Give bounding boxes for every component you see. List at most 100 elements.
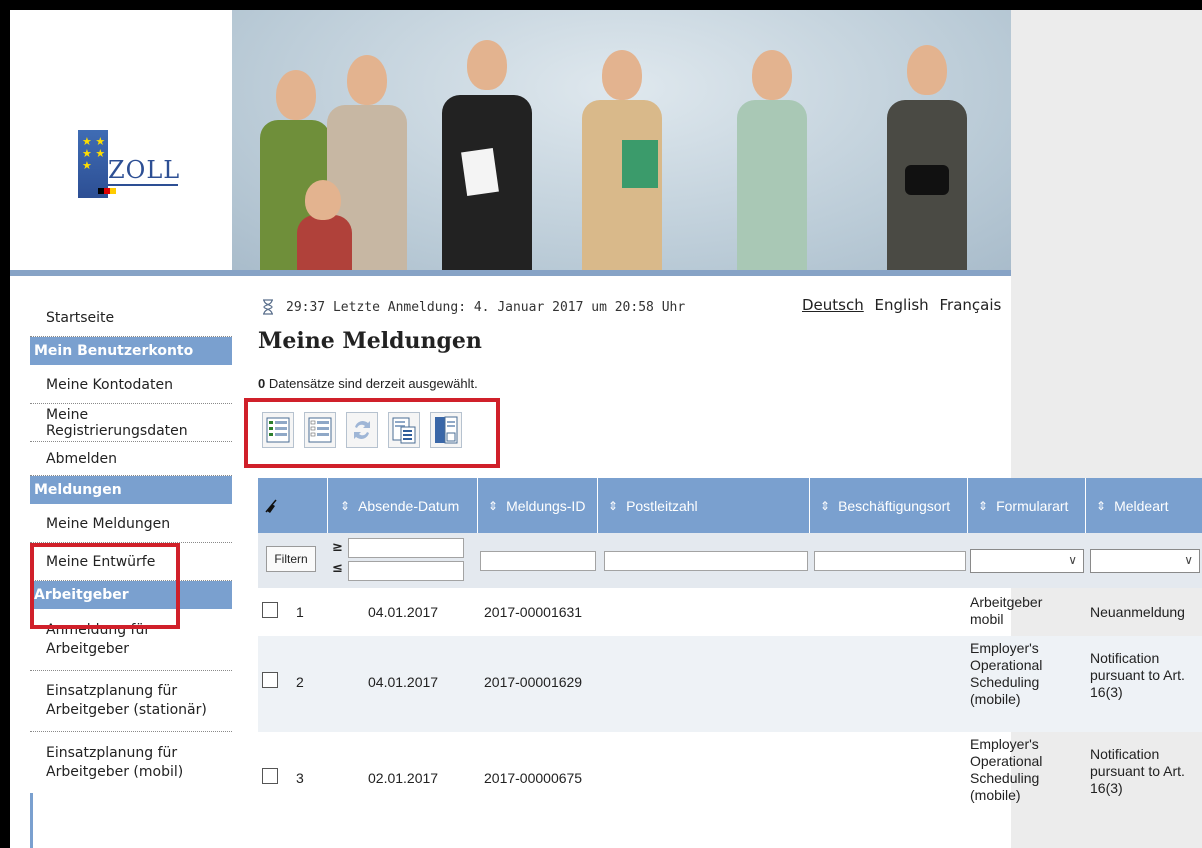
sidebar-section-account: Mein Benutzerkonto: [30, 337, 232, 366]
person-figure: [582, 50, 662, 270]
language-switcher: Deutsch English Français: [796, 296, 1001, 314]
column-select-toggle[interactable]: [258, 478, 328, 533]
formularart-filter-select[interactable]: ∨: [970, 549, 1084, 573]
sidebar-nav: Startseite Mein Benutzerkonto Meine Kont…: [30, 299, 232, 793]
hourglass-icon: [263, 299, 273, 315]
person-figure: [297, 180, 352, 270]
logo-underline: [108, 184, 178, 186]
sidebar-item-meine-meldungen[interactable]: Meine Meldungen: [30, 505, 232, 543]
sidebar-item-label: Einsatzplanung für Arbeitgeber (stationä…: [46, 683, 207, 718]
person-figure: [442, 40, 532, 270]
row-number: 2: [296, 674, 304, 690]
export-icon[interactable]: [388, 412, 420, 448]
plz-filter-input[interactable]: [604, 551, 808, 571]
sidebar-item-einsatzplanung-stationaer[interactable]: Einsatzplanung für Arbeitgeber (stationä…: [30, 671, 232, 732]
select-all-icon[interactable]: [262, 412, 294, 448]
lang-francais[interactable]: Français: [939, 296, 1001, 314]
column-label: Beschäftigungsort: [838, 497, 951, 514]
logo-text: ZOLL: [108, 156, 181, 184]
report-view-icon[interactable]: [430, 412, 462, 448]
row-formularart: Employer's Operational Scheduling (mobil…: [970, 736, 1043, 803]
sort-icon: ⇕: [820, 498, 831, 513]
row-number: 1: [296, 604, 304, 620]
session-timer: 29:37: [286, 299, 326, 315]
column-beschaeftigungsort[interactable]: ⇕ Beschäftigungsort: [810, 478, 968, 533]
selection-info: 0 Datensätze sind derzeit ausgewählt.: [258, 376, 478, 391]
lang-deutsch[interactable]: Deutsch: [802, 296, 864, 314]
row-checkbox[interactable]: [262, 768, 278, 784]
sidebar-item-meine-entwuerfe[interactable]: Meine Entwürfe: [30, 543, 232, 581]
meldeart-filter-select[interactable]: ∨: [1090, 549, 1200, 573]
table-row[interactable]: 2 04.01.2017 2017-00001629 Employer's Op…: [258, 636, 1202, 732]
pin-icon: [265, 499, 277, 513]
selection-text: Datensätze sind derzeit ausgewählt.: [268, 376, 478, 391]
eu-stars-icon: ★ ★ ★ ★ ★: [82, 135, 106, 172]
less-equal-symbol: ≤: [332, 561, 343, 576]
lang-english[interactable]: English: [875, 296, 929, 314]
column-meldungs-id[interactable]: ⇕ Meldungs-ID: [478, 478, 598, 533]
date-from-filter-input[interactable]: [348, 538, 464, 558]
reports-table: ⇕ Absende-Datum ⇕ Meldungs-ID ⇕ Postleitzah…: [258, 478, 1202, 828]
header-divider: [10, 270, 1011, 276]
column-formularart[interactable]: ⇕ Formularart: [968, 478, 1086, 533]
sidebar-item-kontodaten[interactable]: Meine Kontodaten: [30, 366, 232, 404]
session-status: 29:37 Letzte Anmeldung: 4. Januar 2017 u…: [262, 299, 685, 315]
column-absende-datum[interactable]: ⇕ Absende-Datum: [328, 478, 478, 533]
sidebar-item-registrierungsdaten[interactable]: Meine Registrierungsdaten: [30, 404, 232, 442]
row-checkbox[interactable]: [262, 672, 278, 688]
column-label: Absende-Datum: [358, 497, 460, 514]
sidebar-item-anmeldung-arbeitgeber[interactable]: Anmeldung für Arbeitgeber: [30, 610, 232, 671]
table-header-row: ⇕ Absende-Datum ⇕ Meldungs-ID ⇕ Postleitzah…: [258, 478, 1202, 533]
zoll-logo[interactable]: ★ ★ ★ ★ ★ ZOLL: [78, 130, 188, 210]
row-id: 2017-00001631: [484, 604, 583, 620]
refresh-icon[interactable]: [346, 412, 378, 448]
row-id: 2017-00001629: [484, 674, 583, 690]
sort-icon: ⇕: [608, 498, 619, 513]
table-row[interactable]: 1 04.01.2017 2017-00001631 Arbeitgeber m…: [258, 588, 1202, 636]
sort-icon: ⇕: [978, 498, 989, 513]
row-formularart: Arbeitgeber mobil: [970, 594, 1043, 627]
last-login-text: Letzte Anmeldung: 4. Januar 2017 um 20:5…: [332, 299, 686, 315]
row-date: 04.01.2017: [368, 604, 439, 620]
header-banner-image: [232, 10, 1011, 270]
selected-count: 0: [258, 376, 266, 391]
row-formularart: Employer's Operational Scheduling (mobil…: [970, 640, 1043, 707]
page-title: Meine Meldungen: [258, 328, 482, 354]
column-meldeart[interactable]: ⇕ Meldeart: [1086, 478, 1202, 533]
row-number: 3: [296, 770, 304, 786]
row-checkbox[interactable]: [262, 602, 278, 618]
sidebar-item-einsatzplanung-mobil[interactable]: Einsatzplanung für Arbeitgeber (mobil): [30, 732, 232, 793]
sidebar-item-startseite[interactable]: Startseite: [30, 299, 232, 337]
filter-button[interactable]: Filtern: [266, 546, 316, 572]
chevron-down-icon: ∨: [1184, 553, 1193, 567]
greater-equal-symbol: ≥: [332, 540, 343, 555]
person-figure: [737, 50, 807, 270]
person-figure: [887, 45, 967, 270]
chevron-down-icon: ∨: [1068, 553, 1077, 567]
sidebar-item-label: Anmeldung für Arbeitgeber: [46, 622, 151, 657]
sidebar-item-label: Einsatzplanung für Arbeitgeber (mobil): [46, 744, 184, 780]
row-meldeart: Neuanmeldung: [1090, 604, 1185, 620]
ort-filter-input[interactable]: [814, 551, 966, 571]
sort-icon: ⇕: [1096, 498, 1107, 513]
row-date: 04.01.2017: [368, 674, 439, 690]
column-postleitzahl[interactable]: ⇕ Postleitzahl: [598, 478, 810, 533]
table-row[interactable]: 3 02.01.2017 2017-00000675 Employer's Op…: [258, 732, 1202, 828]
sort-icon: ⇕: [488, 498, 499, 513]
deselect-all-icon[interactable]: [304, 412, 336, 448]
sort-icon: ⇕: [340, 498, 351, 513]
column-label: Meldungs-ID: [506, 497, 586, 514]
filter-row: Filtern ≥ ≤ ∨ ∨: [258, 533, 1202, 588]
column-label: Postleitzahl: [626, 497, 698, 514]
date-to-filter-input[interactable]: [348, 561, 464, 581]
row-meldeart: Notification pursuant to Art. 16(3): [1090, 650, 1185, 700]
sidebar-section-meldungen: Meldungen: [30, 476, 232, 505]
sidebar-section-arbeitgeber: Arbeitgeber: [30, 581, 232, 610]
sidebar-item-abmelden[interactable]: Abmelden: [30, 442, 232, 476]
id-filter-input[interactable]: [480, 551, 596, 571]
logo-area: ★ ★ ★ ★ ★ ZOLL: [10, 10, 232, 270]
column-label: Meldeart: [1114, 497, 1169, 514]
row-meldeart: Notification pursuant to Art. 16(3): [1090, 746, 1185, 796]
german-flag-icon: [98, 188, 116, 194]
row-date: 02.01.2017: [368, 770, 439, 786]
